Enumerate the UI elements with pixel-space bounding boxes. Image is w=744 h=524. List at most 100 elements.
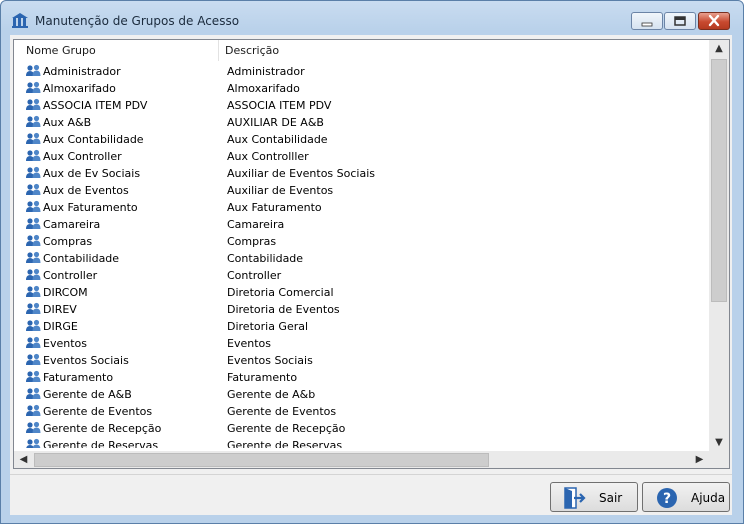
group-description: Administrador [227, 65, 305, 78]
group-description: Camareira [227, 218, 285, 231]
help-question-icon: ? [657, 488, 677, 508]
group-description: Gerente de A&b [227, 388, 316, 401]
group-name: Gerente de Eventos [43, 405, 153, 418]
scroll-left-arrow[interactable]: ◀ [15, 451, 32, 468]
users-group-icon [26, 336, 41, 350]
users-group-icon [26, 115, 41, 129]
group-name: DIRGE [43, 320, 78, 333]
group-name: Gerente de A&B [43, 388, 132, 401]
group-name: Gerente de Reservas [43, 439, 159, 448]
group-name: DIREV [43, 303, 77, 316]
group-description: Diretoria Comercial [227, 286, 334, 299]
group-description: Gerente de Recepção [227, 422, 346, 435]
group-name: Compras [43, 235, 93, 248]
list-item[interactable]: Controller Controller [14, 267, 709, 284]
users-group-icon [26, 353, 41, 367]
group-description: Controller [227, 269, 282, 282]
vertical-scrollbar[interactable]: ▲ ▼ [709, 40, 729, 451]
list-item[interactable]: ASSOCIA ITEM PDV ASSOCIA ITEM PDV [14, 97, 709, 114]
scroll-right-arrow[interactable]: ▶ [691, 451, 708, 468]
list-item[interactable]: Contabilidade Contabilidade [14, 250, 709, 267]
list-item[interactable]: Camareira Camareira [14, 216, 709, 233]
help-button[interactable]: ? Ajuda [642, 482, 730, 512]
minimize-icon [641, 22, 653, 27]
maximize-button[interactable] [664, 12, 696, 30]
list-item[interactable]: Aux de Eventos Auxiliar de Eventos [14, 182, 709, 199]
group-description: Diretoria Geral [227, 320, 309, 333]
svg-text:?: ? [663, 491, 671, 507]
users-group-icon [26, 387, 41, 401]
list-item[interactable]: Gerente de Eventos Gerente de Eventos [14, 403, 709, 420]
exit-button[interactable]: Sair [550, 482, 638, 512]
group-name: Eventos [43, 337, 87, 350]
group-description: Gerente de Eventos [227, 405, 337, 418]
list-item[interactable]: Administrador Administrador [14, 63, 709, 80]
group-description: Auxiliar de Eventos Sociais [227, 167, 375, 180]
group-name: Administrador [43, 65, 121, 78]
group-description: Eventos Sociais [227, 354, 313, 367]
horizontal-scrollbar[interactable]: ◀ ▶ [14, 451, 709, 468]
users-group-icon [26, 370, 41, 384]
list-item[interactable]: Aux Controller Aux Controlller [14, 148, 709, 165]
group-name: Aux de Ev Sociais [43, 167, 141, 180]
group-description: Contabilidade [227, 252, 304, 265]
list-item[interactable]: Aux de Ev Sociais Auxiliar de Eventos Soc… [14, 165, 709, 182]
horizontal-scroll-thumb[interactable] [34, 453, 489, 467]
users-group-icon [26, 200, 41, 214]
list-item[interactable]: Aux Faturamento Aux Faturamento [14, 199, 709, 216]
list-item[interactable]: Almoxarifado Almoxarifado [14, 80, 709, 97]
title-bar[interactable]: Manutenção de Grupos de Acesso [1, 1, 743, 35]
column-header-description[interactable]: Descrição [220, 40, 525, 61]
list-item[interactable]: Compras Compras [14, 233, 709, 250]
list-item[interactable]: DIRCOM Diretoria Comercial [14, 284, 709, 301]
group-description: Aux Controlller [227, 150, 309, 163]
groups-list[interactable]: Nome Grupo Descrição Administrador Admini… [13, 39, 730, 469]
group-description: Diretoria de Eventos [227, 303, 340, 316]
list-item[interactable]: Aux Contabilidade Aux Contabilidade [14, 131, 709, 148]
exit-door-icon [564, 487, 586, 509]
list-item[interactable]: DIRGE Diretoria Geral [14, 318, 709, 335]
list-header: Nome Grupo Descrição [14, 40, 709, 61]
users-group-icon [26, 268, 41, 282]
scroll-down-arrow[interactable]: ▼ [709, 434, 729, 451]
vertical-scroll-thumb[interactable] [711, 59, 727, 302]
close-button[interactable] [698, 12, 730, 30]
column-header-name[interactable]: Nome Grupo [21, 40, 216, 61]
exit-button-label: Sair [599, 491, 623, 505]
users-group-icon [26, 98, 41, 112]
list-item[interactable]: Faturamento Faturamento [14, 369, 709, 386]
list-item[interactable]: Gerente de A&B Gerente de A&b [14, 386, 709, 403]
users-group-icon [26, 251, 41, 265]
group-name: Camareira [43, 218, 101, 231]
column-separator[interactable] [218, 40, 219, 61]
group-access-icon [12, 13, 28, 28]
users-group-icon [26, 64, 41, 78]
minimize-button[interactable] [631, 12, 663, 30]
group-name: Aux A&B [43, 116, 92, 129]
scroll-corner [709, 451, 729, 468]
help-button-label: Ajuda [691, 491, 726, 505]
group-description: Faturamento [227, 371, 298, 384]
scroll-up-arrow[interactable]: ▲ [709, 40, 729, 57]
group-name: Aux Faturamento [43, 201, 138, 214]
list-item[interactable]: Eventos Sociais Eventos Sociais [14, 352, 709, 369]
group-name: ASSOCIA ITEM PDV [43, 99, 148, 112]
group-name: Eventos Sociais [43, 354, 129, 367]
users-group-icon [26, 132, 41, 146]
list-item[interactable]: Aux A&B AUXILIAR DE A&B [14, 114, 709, 131]
group-name: Gerente de Recepção [43, 422, 162, 435]
list-item[interactable]: Gerente de Reservas Gerente de Reservas [14, 437, 709, 448]
group-name: Almoxarifado [43, 82, 116, 95]
list-item[interactable]: DIREV Diretoria de Eventos [14, 301, 709, 318]
users-group-icon [26, 217, 41, 231]
maximize-icon [674, 16, 686, 26]
users-group-icon [26, 149, 41, 163]
list-item[interactable]: Eventos Eventos [14, 335, 709, 352]
group-name: Aux Controller [43, 150, 122, 163]
users-group-icon [26, 81, 41, 95]
group-description: Aux Contabilidade [227, 133, 328, 146]
users-group-icon [26, 302, 41, 316]
group-name: Controller [43, 269, 98, 282]
group-description: Eventos [227, 337, 271, 350]
list-item[interactable]: Gerente de Recepção Gerente de Recepção [14, 420, 709, 437]
